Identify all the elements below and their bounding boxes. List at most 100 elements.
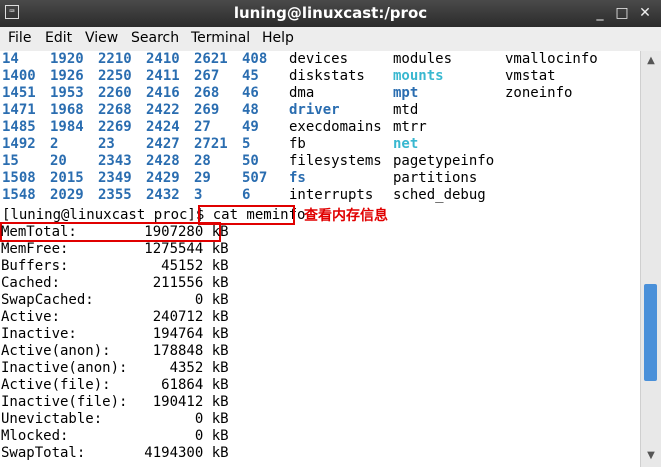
process-dir-entry: 27	[194, 119, 211, 135]
file-entry: fb	[289, 136, 306, 152]
file-entry: mtd	[393, 102, 419, 118]
scroll-down-icon[interactable]: ▼	[645, 451, 657, 461]
file-entry: modules	[393, 51, 453, 67]
process-dir-entry: 1451	[2, 85, 36, 101]
process-dir-entry: 46	[242, 85, 259, 101]
meminfo-line: Mlocked: 0 kB	[1, 428, 229, 444]
file-entry: filesystems	[289, 153, 382, 169]
directory-entry: mounts	[393, 68, 444, 84]
terminal-window: ⌨ luning@linuxcast:/proc _ □ ✕ File Edit…	[0, 0, 661, 467]
menu-help[interactable]: Help	[262, 30, 294, 46]
meminfo-line: MemTotal: 1907280 kB	[1, 224, 229, 240]
meminfo-line: Active(file): 61864 kB	[1, 377, 229, 393]
process-dir-entry: 2	[50, 136, 59, 152]
vertical-scrollbar[interactable]: ▲ ▼	[640, 51, 661, 467]
meminfo-line: Active(anon): 178848 kB	[1, 343, 229, 359]
process-dir-entry: 1968	[50, 102, 84, 118]
process-dir-entry: 1926	[50, 68, 84, 84]
process-dir-entry: 2250	[98, 68, 132, 84]
menu-search[interactable]: Search	[131, 30, 179, 46]
process-dir-entry: 1984	[50, 119, 84, 135]
process-dir-entry: 1508	[2, 170, 36, 186]
process-dir-entry: 2429	[146, 170, 180, 186]
file-entry: pagetypeinfo	[393, 153, 495, 169]
scroll-up-icon[interactable]: ▲	[645, 56, 657, 66]
process-dir-entry: 28	[194, 153, 211, 169]
process-dir-entry: 48	[242, 102, 259, 118]
directory-entry: mpt	[393, 85, 419, 101]
close-icon[interactable]: ✕	[635, 4, 655, 23]
window-title: luning@linuxcast:/proc	[233, 4, 428, 22]
process-dir-entry: 3	[194, 187, 203, 203]
process-dir-entry: 2621	[194, 51, 228, 67]
meminfo-line: Inactive(file): 190412 kB	[1, 394, 229, 410]
process-dir-entry: 1548	[2, 187, 36, 203]
file-entry: execdomains	[289, 119, 382, 135]
process-dir-entry: 6	[242, 187, 251, 203]
directory-entry: net	[393, 136, 419, 152]
directory-entry: fs	[289, 170, 306, 186]
process-dir-entry: 507	[242, 170, 268, 186]
process-dir-entry: 2029	[50, 187, 84, 203]
process-dir-entry: 2349	[98, 170, 132, 186]
annotation-label: 查看内存信息	[304, 208, 388, 224]
process-dir-entry: 2411	[146, 68, 180, 84]
shell-prompt: [luning@linuxcast proc]$	[2, 207, 213, 223]
file-entry: vmallocinfo	[505, 51, 598, 67]
minimize-icon[interactable]: _	[590, 4, 610, 23]
scroll-thumb[interactable]	[644, 284, 657, 381]
process-dir-entry: 1485	[2, 119, 36, 135]
file-entry: sched_debug	[393, 187, 486, 203]
file-entry: zoneinfo	[505, 85, 573, 101]
process-dir-entry: 2416	[146, 85, 180, 101]
process-dir-entry: 1953	[50, 85, 84, 101]
menu-terminal[interactable]: Terminal	[191, 30, 250, 46]
meminfo-line: Cached: 211556 kB	[1, 275, 229, 291]
process-dir-entry: 45	[242, 68, 259, 84]
menu-file[interactable]: File	[8, 30, 31, 46]
menu-edit[interactable]: Edit	[45, 30, 72, 46]
process-dir-entry: 269	[194, 102, 220, 118]
process-dir-entry: 2015	[50, 170, 84, 186]
process-dir-entry: 2424	[146, 119, 180, 135]
meminfo-line: Unevictable: 0 kB	[1, 411, 229, 427]
meminfo-line: SwapCached: 0 kB	[1, 292, 229, 308]
file-entry: mtrr	[393, 119, 427, 135]
process-dir-entry: 2210	[98, 51, 132, 67]
meminfo-line: Active: 240712 kB	[1, 309, 229, 325]
process-dir-entry: 268	[194, 85, 220, 101]
process-dir-entry: 2410	[146, 51, 180, 67]
file-entry: vmstat	[505, 68, 556, 84]
process-dir-entry: 29	[194, 170, 211, 186]
title-bar[interactable]: ⌨ luning@linuxcast:/proc _ □ ✕	[0, 0, 661, 27]
process-dir-entry: 2427	[146, 136, 180, 152]
process-dir-entry: 267	[194, 68, 220, 84]
process-dir-entry: 2343	[98, 153, 132, 169]
menu-bar: File Edit View Search Terminal Help	[0, 27, 661, 52]
process-dir-entry: 2355	[98, 187, 132, 203]
process-dir-entry: 2260	[98, 85, 132, 101]
meminfo-line: Buffers: 45152 kB	[1, 258, 229, 274]
process-dir-entry: 1492	[2, 136, 36, 152]
meminfo-line: SwapTotal: 4194300 kB	[1, 445, 229, 461]
process-dir-entry: 23	[98, 136, 115, 152]
process-dir-entry: 20	[50, 153, 67, 169]
process-dir-entry: 408	[242, 51, 268, 67]
process-dir-entry: 2422	[146, 102, 180, 118]
process-dir-entry: 2432	[146, 187, 180, 203]
directory-entry: driver	[289, 102, 340, 118]
meminfo-line: Inactive: 194764 kB	[1, 326, 229, 342]
maximize-icon[interactable]: □	[612, 4, 632, 23]
process-dir-entry: 15	[2, 153, 19, 169]
process-dir-entry: 1471	[2, 102, 36, 118]
menu-view[interactable]: View	[85, 30, 118, 46]
process-dir-entry: 1920	[50, 51, 84, 67]
process-dir-entry: 2268	[98, 102, 132, 118]
file-entry: dma	[289, 85, 315, 101]
file-entry: interrupts	[289, 187, 374, 203]
process-dir-entry: 5	[242, 136, 251, 152]
file-entry: partitions	[393, 170, 478, 186]
process-dir-entry: 14	[2, 51, 19, 67]
terminal-output[interactable]: [luning@linuxcast proc]$ cat meminfo 查看内…	[0, 51, 640, 467]
meminfo-line: MemFree: 1275544 kB	[1, 241, 229, 257]
